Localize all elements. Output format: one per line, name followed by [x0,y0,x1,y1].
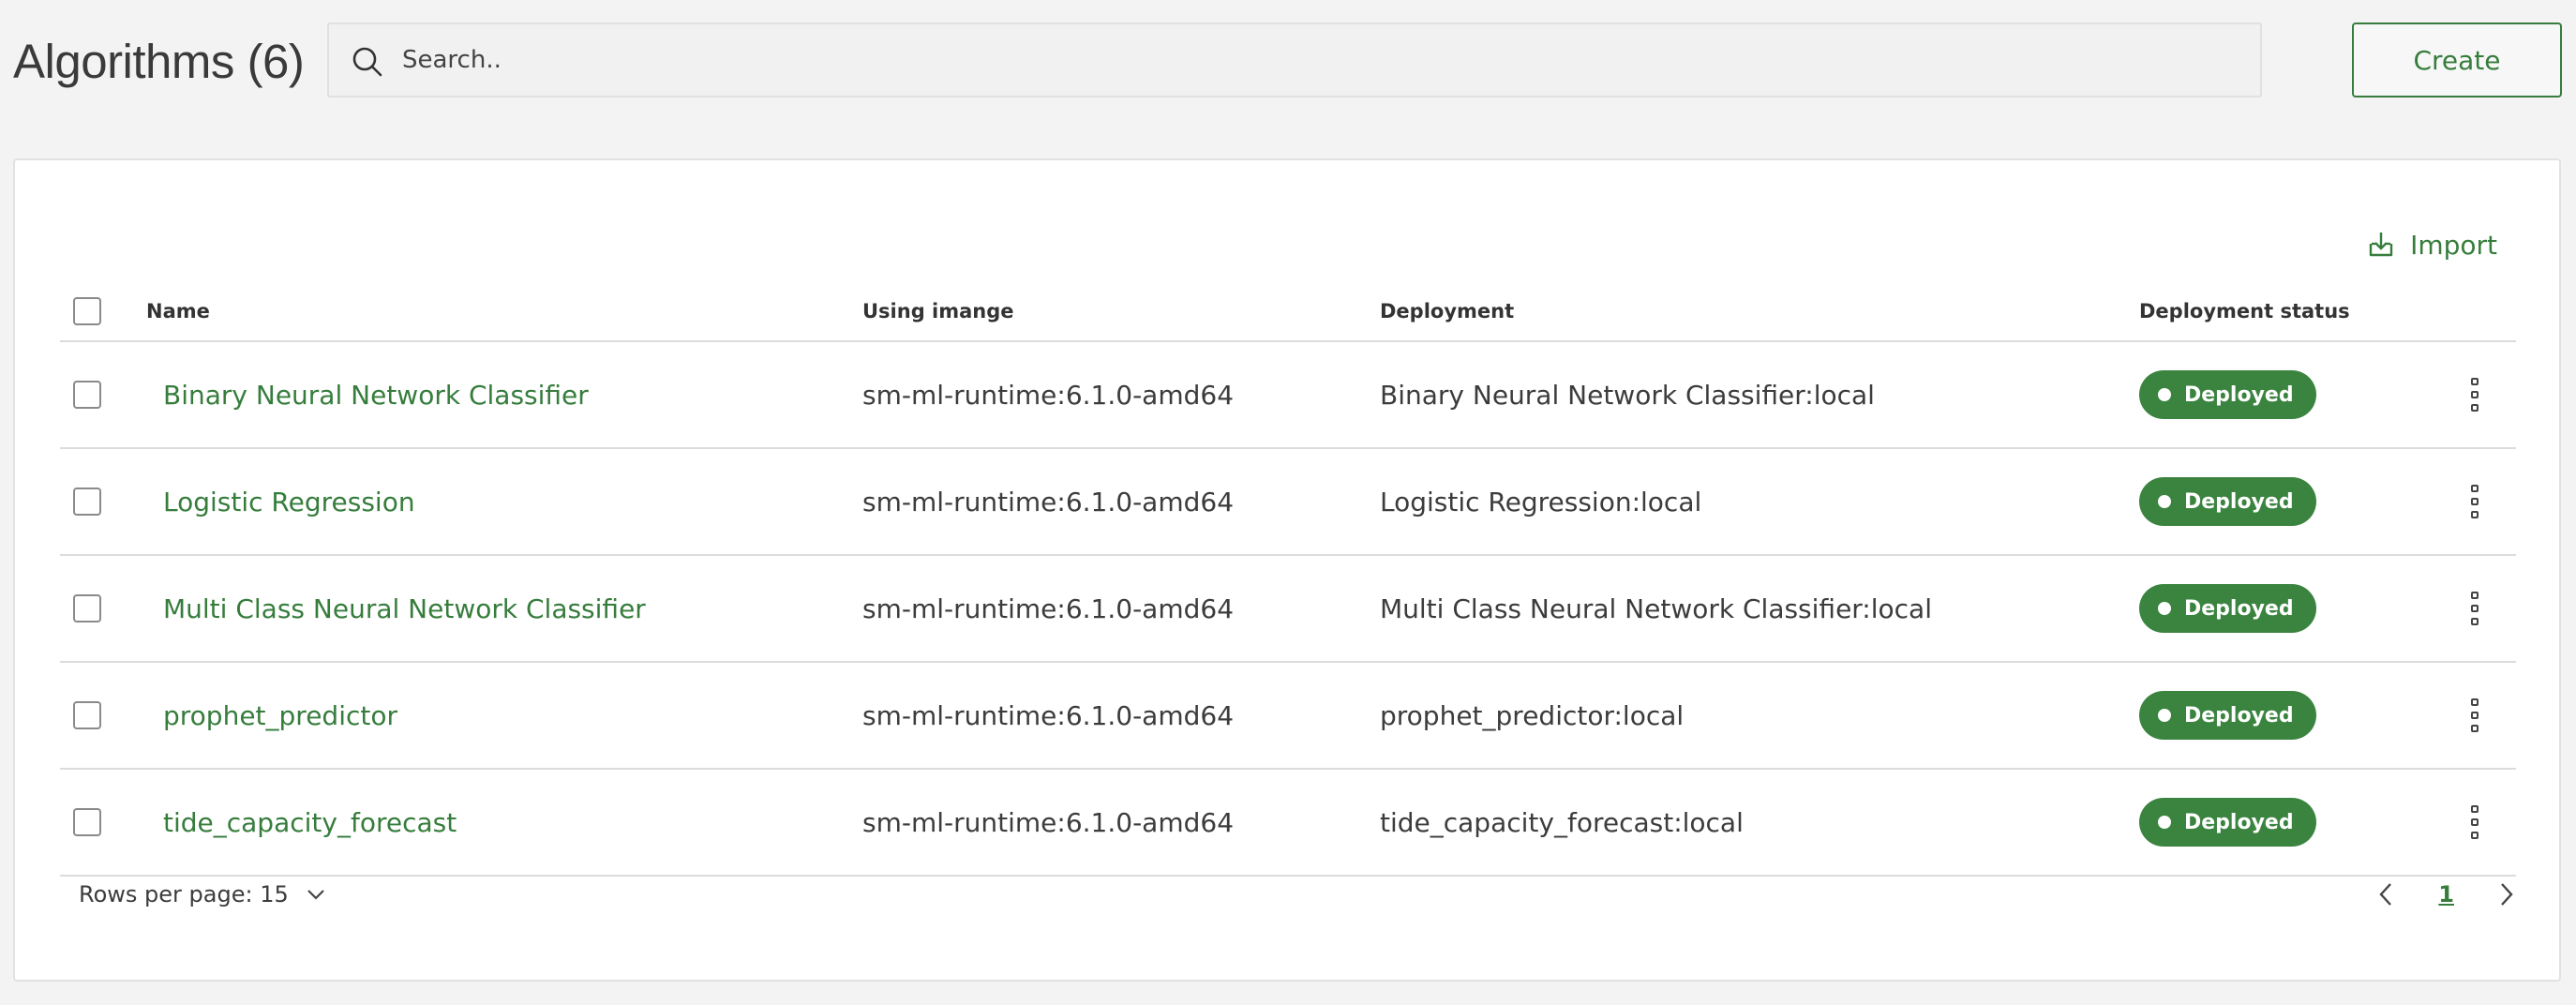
chevron-right-icon[interactable] [2495,882,2516,907]
table-row: Multi Class Neural Network Classifier sm… [60,556,2516,663]
table-header: Name Using imange Deployment Deployment … [60,282,2516,342]
kebab-menu-icon[interactable] [2469,378,2480,412]
import-icon [2369,232,2393,257]
rows-per-page-select[interactable]: Rows per page: 15 [79,863,326,925]
status-badge: Deployed [2139,477,2316,526]
algorithm-name-link[interactable]: Logistic Regression [163,487,415,518]
image-value: sm-ml-runtime:6.1.0-amd64 [862,379,1235,411]
kebab-menu-icon[interactable] [2469,698,2480,732]
status-badge: Deployed [2139,798,2316,847]
algorithms-table: Name Using imange Deployment Deployment … [60,282,2516,877]
table-footer: Rows per page: 15 1 [60,863,2516,925]
algorithm-name-link[interactable]: prophet_predictor [163,700,397,731]
deployment-value: Logistic Regression:local [1380,486,1702,518]
status-dot-icon [2158,816,2171,829]
column-header-deployment[interactable]: Deployment [1380,282,1514,340]
deployment-value: Multi Class Neural Network Classifier:lo… [1380,592,1932,624]
status-dot-icon [2158,602,2171,615]
table-row: Logistic Regression sm-ml-runtime:6.1.0-… [60,449,2516,556]
row-checkbox[interactable] [73,594,101,622]
column-header-status[interactable]: Deployment status [2139,282,2350,340]
algorithms-card: Import Name Using imange Deployment Depl… [13,158,2561,982]
algorithm-name-link[interactable]: Multi Class Neural Network Classifier [163,593,646,624]
status-badge: Deployed [2139,370,2316,419]
row-checkbox[interactable] [73,488,101,516]
column-header-image[interactable]: Using imange [862,282,1014,340]
search-input[interactable] [402,24,2239,96]
row-checkbox[interactable] [73,701,101,729]
algorithm-name-link[interactable]: Binary Neural Network Classifier [163,380,589,411]
chevron-down-icon [307,890,324,900]
image-value: sm-ml-runtime:6.1.0-amd64 [862,486,1235,518]
table-row: prophet_predictor sm-ml-runtime:6.1.0-am… [60,663,2516,770]
status-dot-icon [2158,709,2171,722]
search-box[interactable] [327,22,2262,98]
status-label: Deployed [2184,810,2294,834]
image-value: sm-ml-runtime:6.1.0-amd64 [862,699,1235,731]
rows-per-page-label: Rows per page: 15 [79,881,289,908]
column-header-name[interactable]: Name [146,282,210,340]
deployment-value: tide_capacity_forecast:local [1380,806,1744,838]
chevron-left-icon[interactable] [2376,882,2397,907]
image-value: sm-ml-runtime:6.1.0-amd64 [862,592,1235,624]
import-button[interactable]: Import [2365,226,2497,263]
kebab-menu-icon[interactable] [2469,805,2480,839]
page-header: Algorithms (6) Create [0,0,2576,122]
kebab-menu-icon[interactable] [2469,592,2480,625]
kebab-menu-icon[interactable] [2469,485,2480,518]
algorithm-name-link[interactable]: tide_capacity_forecast [163,807,457,838]
status-badge: Deployed [2139,691,2316,740]
deployment-value: prophet_predictor:local [1380,699,1685,731]
table-row: Binary Neural Network Classifier sm-ml-r… [60,342,2516,449]
status-label: Deployed [2184,703,2294,728]
select-all-checkbox[interactable] [73,297,101,325]
status-badge: Deployed [2139,584,2316,633]
page-title: Algorithms (6) [13,35,305,88]
status-dot-icon [2158,388,2171,401]
deployment-value: Binary Neural Network Classifier:local [1380,379,1875,411]
status-label: Deployed [2184,382,2294,407]
status-label: Deployed [2184,489,2294,514]
status-label: Deployed [2184,596,2294,621]
search-icon [352,47,382,77]
page-number-current[interactable]: 1 [2438,881,2454,908]
import-label: Import [2410,229,2497,261]
row-checkbox[interactable] [73,381,101,409]
status-dot-icon [2158,495,2171,508]
row-checkbox[interactable] [73,808,101,836]
image-value: sm-ml-runtime:6.1.0-amd64 [862,806,1235,838]
pagination: 1 [2376,863,2516,925]
create-button[interactable]: Create [2352,22,2562,98]
table-row: tide_capacity_forecast sm-ml-runtime:6.1… [60,770,2516,877]
